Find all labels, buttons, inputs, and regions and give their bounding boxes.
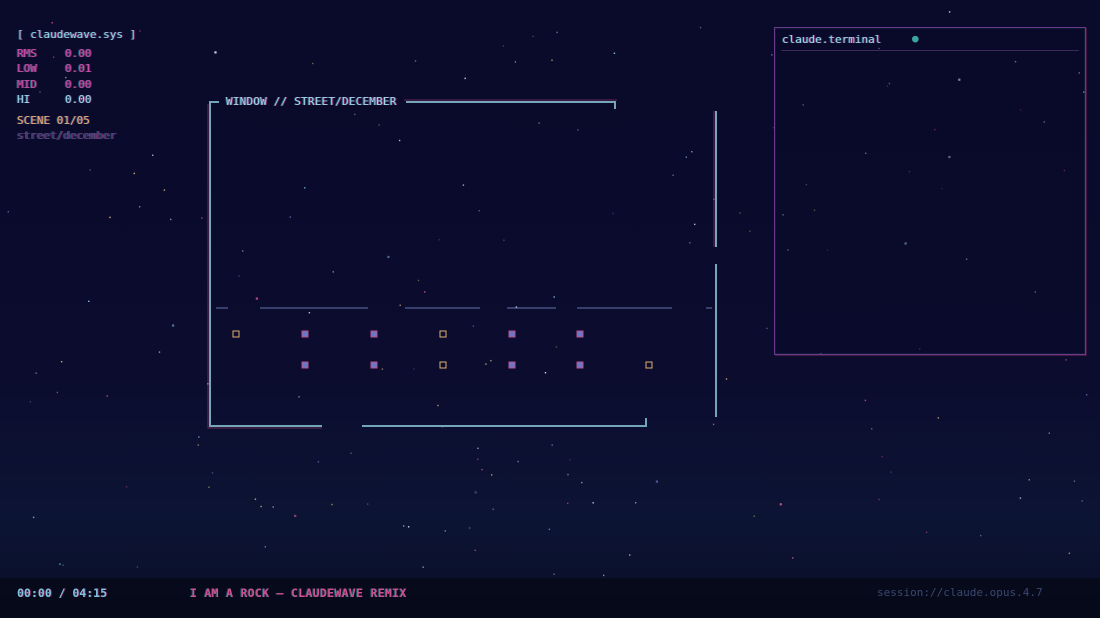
playback-time: 00:00 / 04:15 bbox=[17, 586, 108, 600]
track-title: I AM A ROCK — CLAUDEWAVE REMIX bbox=[190, 586, 407, 600]
terminal-output[interactable] bbox=[782, 56, 1078, 348]
window-title: WINDOW // STREET/DECEMBER bbox=[222, 95, 401, 108]
terminal-divider bbox=[781, 50, 1079, 51]
building-window bbox=[645, 361, 653, 369]
building-window bbox=[508, 361, 516, 369]
building-window bbox=[576, 330, 584, 338]
building-window bbox=[576, 361, 584, 369]
building-window bbox=[508, 330, 516, 338]
status-dot-icon: ● bbox=[912, 32, 919, 45]
building-window bbox=[301, 330, 309, 338]
visualizer-stage: [ claudewave.sys ] RMS 0.00 LOW 0.01 MID… bbox=[0, 0, 1100, 618]
session-id: session://claude.opus.4.7 bbox=[877, 586, 1043, 599]
terminal-title: claude.terminal bbox=[782, 33, 882, 46]
terminal-panel[interactable]: claude.terminal ● bbox=[774, 27, 1086, 355]
building-window bbox=[439, 330, 447, 338]
building-window bbox=[370, 361, 378, 369]
building-window bbox=[370, 330, 378, 338]
building-window bbox=[439, 361, 447, 369]
building-window bbox=[301, 361, 309, 369]
building-window bbox=[232, 330, 240, 338]
